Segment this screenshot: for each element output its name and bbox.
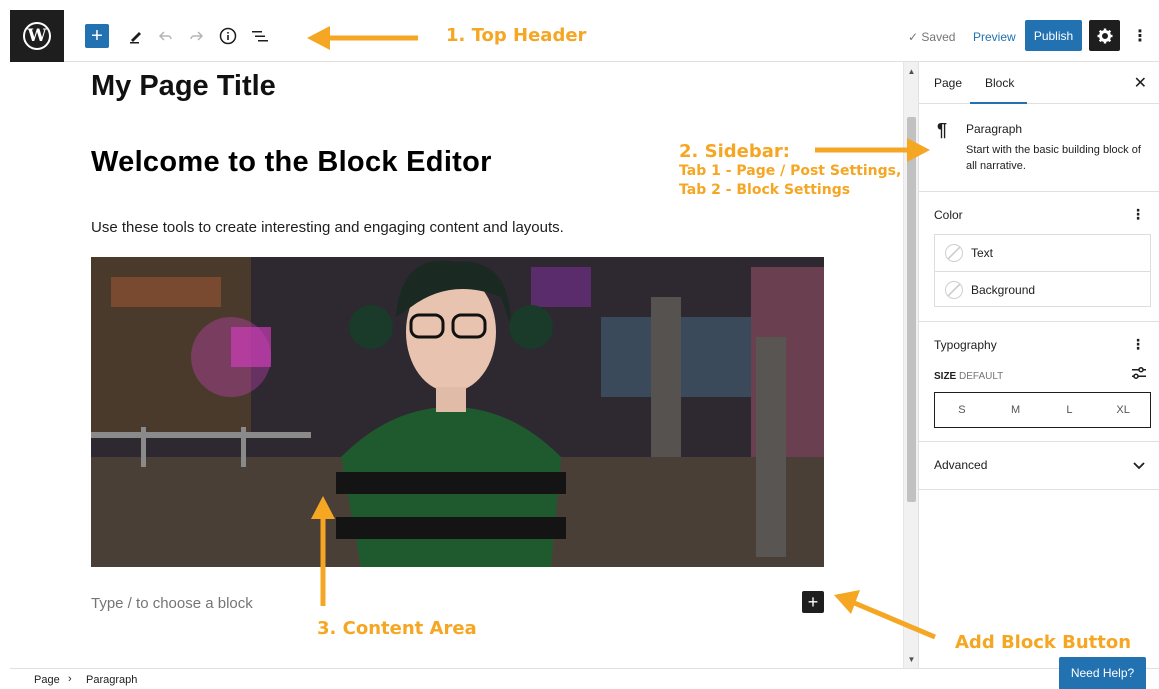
annotation-sidebar-tab1: Tab 1 - Page / Post Settings, <box>679 163 902 179</box>
annotation-sidebar-title: 2. Sidebar: <box>679 141 790 162</box>
annotation-add-block: Add Block Button <box>955 632 1132 653</box>
annotation-sidebar-tab2: Tab 2 - Block Settings <box>679 182 851 198</box>
annotation-content-area: 3. Content Area <box>317 618 477 639</box>
annotation-top-header: 1. Top Header <box>446 25 587 46</box>
annotation-arrows <box>307 26 936 640</box>
